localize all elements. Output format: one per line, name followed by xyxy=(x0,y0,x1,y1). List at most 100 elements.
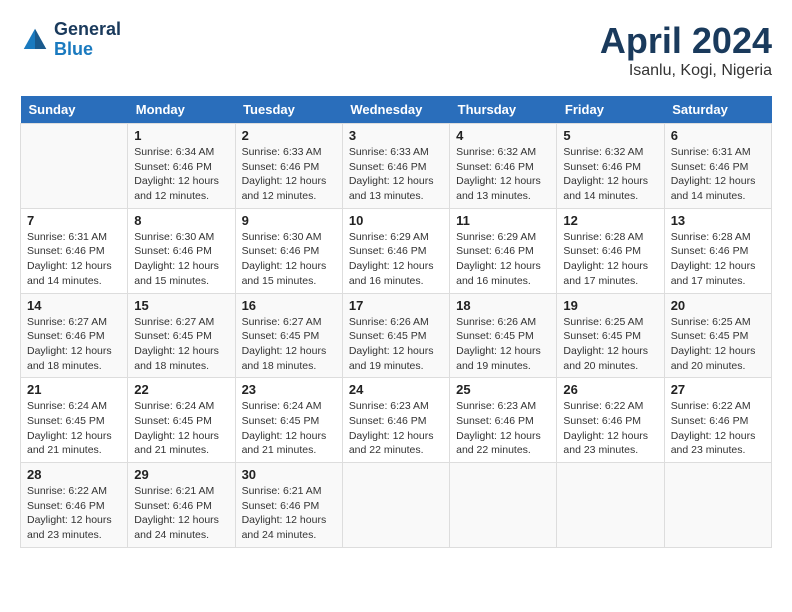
day-info: Sunrise: 6:29 AMSunset: 6:46 PMDaylight:… xyxy=(456,230,550,289)
day-number: 18 xyxy=(456,298,550,313)
calendar-week-row: 14 Sunrise: 6:27 AMSunset: 6:46 PMDayligh… xyxy=(21,293,772,378)
month-title: April 2024 xyxy=(600,20,772,62)
day-number: 2 xyxy=(242,128,336,143)
logo-text: General Blue xyxy=(54,20,121,60)
day-number: 19 xyxy=(563,298,657,313)
day-info: Sunrise: 6:26 AMSunset: 6:45 PMDaylight:… xyxy=(349,315,443,374)
calendar-cell: 1 Sunrise: 6:34 AMSunset: 6:46 PMDaylight… xyxy=(128,124,235,209)
day-info: Sunrise: 6:30 AMSunset: 6:46 PMDaylight:… xyxy=(134,230,228,289)
calendar-cell xyxy=(664,463,771,548)
weekday-header-friday: Friday xyxy=(557,96,664,124)
calendar-cell: 30 Sunrise: 6:21 AMSunset: 6:46 PMDayligh… xyxy=(235,463,342,548)
day-info: Sunrise: 6:25 AMSunset: 6:45 PMDaylight:… xyxy=(671,315,765,374)
weekday-header-wednesday: Wednesday xyxy=(342,96,449,124)
calendar-table: SundayMondayTuesdayWednesdayThursdayFrid… xyxy=(20,96,772,548)
day-info: Sunrise: 6:22 AMSunset: 6:46 PMDaylight:… xyxy=(671,399,765,458)
day-info: Sunrise: 6:24 AMSunset: 6:45 PMDaylight:… xyxy=(134,399,228,458)
day-info: Sunrise: 6:21 AMSunset: 6:46 PMDaylight:… xyxy=(242,484,336,543)
weekday-header-thursday: Thursday xyxy=(450,96,557,124)
calendar-cell: 18 Sunrise: 6:26 AMSunset: 6:45 PMDayligh… xyxy=(450,293,557,378)
day-info: Sunrise: 6:24 AMSunset: 6:45 PMDaylight:… xyxy=(27,399,121,458)
calendar-cell: 5 Sunrise: 6:32 AMSunset: 6:46 PMDaylight… xyxy=(557,124,664,209)
day-info: Sunrise: 6:33 AMSunset: 6:46 PMDaylight:… xyxy=(349,145,443,204)
calendar-cell: 2 Sunrise: 6:33 AMSunset: 6:46 PMDaylight… xyxy=(235,124,342,209)
calendar-week-row: 7 Sunrise: 6:31 AMSunset: 6:46 PMDaylight… xyxy=(21,208,772,293)
day-info: Sunrise: 6:30 AMSunset: 6:46 PMDaylight:… xyxy=(242,230,336,289)
day-info: Sunrise: 6:22 AMSunset: 6:46 PMDaylight:… xyxy=(27,484,121,543)
day-number: 5 xyxy=(563,128,657,143)
calendar-cell: 27 Sunrise: 6:22 AMSunset: 6:46 PMDayligh… xyxy=(664,378,771,463)
day-info: Sunrise: 6:21 AMSunset: 6:46 PMDaylight:… xyxy=(134,484,228,543)
day-info: Sunrise: 6:27 AMSunset: 6:46 PMDaylight:… xyxy=(27,315,121,374)
logo-icon xyxy=(20,25,50,55)
day-info: Sunrise: 6:25 AMSunset: 6:45 PMDaylight:… xyxy=(563,315,657,374)
calendar-cell: 28 Sunrise: 6:22 AMSunset: 6:46 PMDayligh… xyxy=(21,463,128,548)
logo-general: General xyxy=(54,20,121,40)
day-info: Sunrise: 6:23 AMSunset: 6:46 PMDaylight:… xyxy=(349,399,443,458)
day-number: 11 xyxy=(456,213,550,228)
day-info: Sunrise: 6:34 AMSunset: 6:46 PMDaylight:… xyxy=(134,145,228,204)
page-header: General Blue April 2024 Isanlu, Kogi, Ni… xyxy=(20,20,772,80)
weekday-header-tuesday: Tuesday xyxy=(235,96,342,124)
logo-blue: Blue xyxy=(54,40,121,60)
logo: General Blue xyxy=(20,20,121,60)
day-info: Sunrise: 6:32 AMSunset: 6:46 PMDaylight:… xyxy=(563,145,657,204)
day-info: Sunrise: 6:26 AMSunset: 6:45 PMDaylight:… xyxy=(456,315,550,374)
calendar-cell: 26Sunrise: 6:22 AMSunset: 6:46 PMDayligh… xyxy=(557,378,664,463)
day-number: 10 xyxy=(349,213,443,228)
calendar-week-row: 21 Sunrise: 6:24 AMSunset: 6:45 PMDayligh… xyxy=(21,378,772,463)
day-info: Sunrise: 6:27 AMSunset: 6:45 PMDaylight:… xyxy=(134,315,228,374)
calendar-cell: 11 Sunrise: 6:29 AMSunset: 6:46 PMDayligh… xyxy=(450,208,557,293)
day-number: 23 xyxy=(242,382,336,397)
calendar-cell: 22 Sunrise: 6:24 AMSunset: 6:45 PMDayligh… xyxy=(128,378,235,463)
day-number: 15 xyxy=(134,298,228,313)
day-number: 9 xyxy=(242,213,336,228)
day-info: Sunrise: 6:33 AMSunset: 6:46 PMDaylight:… xyxy=(242,145,336,204)
day-info: Sunrise: 6:31 AMSunset: 6:46 PMDaylight:… xyxy=(27,230,121,289)
day-number: 28 xyxy=(27,467,121,482)
day-info: Sunrise: 6:28 AMSunset: 6:46 PMDaylight:… xyxy=(671,230,765,289)
calendar-week-row: 1 Sunrise: 6:34 AMSunset: 6:46 PMDaylight… xyxy=(21,124,772,209)
day-number: 17 xyxy=(349,298,443,313)
calendar-cell: 15 Sunrise: 6:27 AMSunset: 6:45 PMDayligh… xyxy=(128,293,235,378)
calendar-cell xyxy=(557,463,664,548)
weekday-header-monday: Monday xyxy=(128,96,235,124)
day-number: 4 xyxy=(456,128,550,143)
calendar-cell: 7 Sunrise: 6:31 AMSunset: 6:46 PMDaylight… xyxy=(21,208,128,293)
weekday-header-sunday: Sunday xyxy=(21,96,128,124)
day-info: Sunrise: 6:24 AMSunset: 6:45 PMDaylight:… xyxy=(242,399,336,458)
calendar-week-row: 28 Sunrise: 6:22 AMSunset: 6:46 PMDayligh… xyxy=(21,463,772,548)
calendar-cell: 12Sunrise: 6:28 AMSunset: 6:46 PMDayligh… xyxy=(557,208,664,293)
day-number: 1 xyxy=(134,128,228,143)
calendar-cell: 19 Sunrise: 6:25 AMSunset: 6:45 PMDayligh… xyxy=(557,293,664,378)
calendar-cell: 6Sunrise: 6:31 AMSunset: 6:46 PMDaylight… xyxy=(664,124,771,209)
day-number: 22 xyxy=(134,382,228,397)
calendar-cell: 16 Sunrise: 6:27 AMSunset: 6:45 PMDayligh… xyxy=(235,293,342,378)
day-number: 27 xyxy=(671,382,765,397)
calendar-cell: 4 Sunrise: 6:32 AMSunset: 6:46 PMDaylight… xyxy=(450,124,557,209)
day-number: 30 xyxy=(242,467,336,482)
day-number: 16 xyxy=(242,298,336,313)
day-number: 14 xyxy=(27,298,121,313)
day-number: 21 xyxy=(27,382,121,397)
day-info: Sunrise: 6:23 AMSunset: 6:46 PMDaylight:… xyxy=(456,399,550,458)
calendar-cell: 29 Sunrise: 6:21 AMSunset: 6:46 PMDayligh… xyxy=(128,463,235,548)
day-number: 20 xyxy=(671,298,765,313)
calendar-cell: 3 Sunrise: 6:33 AMSunset: 6:46 PMDaylight… xyxy=(342,124,449,209)
location: Isanlu, Kogi, Nigeria xyxy=(600,62,772,80)
day-info: Sunrise: 6:27 AMSunset: 6:45 PMDaylight:… xyxy=(242,315,336,374)
day-number: 29 xyxy=(134,467,228,482)
calendar-cell xyxy=(21,124,128,209)
calendar-cell: 25Sunrise: 6:23 AMSunset: 6:46 PMDayligh… xyxy=(450,378,557,463)
day-number: 13 xyxy=(671,213,765,228)
weekday-header-row: SundayMondayTuesdayWednesdayThursdayFrid… xyxy=(21,96,772,124)
calendar-cell: 10Sunrise: 6:29 AMSunset: 6:46 PMDayligh… xyxy=(342,208,449,293)
day-number: 8 xyxy=(134,213,228,228)
day-number: 7 xyxy=(27,213,121,228)
calendar-cell: 17 Sunrise: 6:26 AMSunset: 6:45 PMDayligh… xyxy=(342,293,449,378)
day-number: 3 xyxy=(349,128,443,143)
calendar-cell: 14 Sunrise: 6:27 AMSunset: 6:46 PMDayligh… xyxy=(21,293,128,378)
calendar-cell xyxy=(342,463,449,548)
calendar-cell: 9 Sunrise: 6:30 AMSunset: 6:46 PMDaylight… xyxy=(235,208,342,293)
day-info: Sunrise: 6:32 AMSunset: 6:46 PMDaylight:… xyxy=(456,145,550,204)
